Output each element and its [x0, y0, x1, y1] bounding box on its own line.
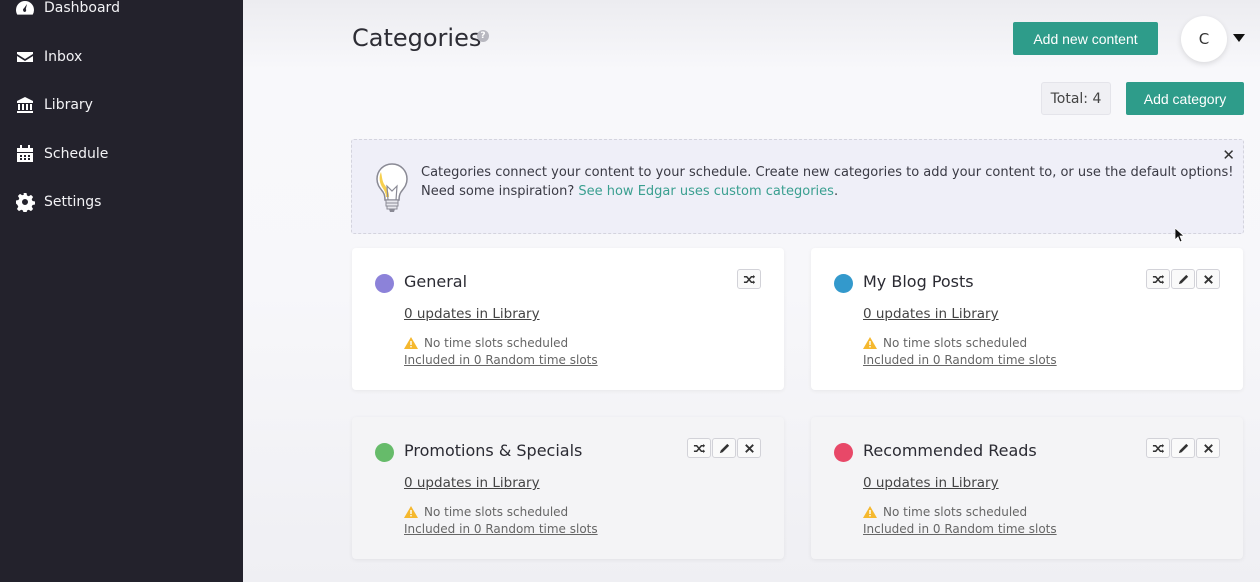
warning-icon [863, 337, 877, 349]
category-card: Promotions & Specials 0 updates in Libra… [352, 417, 784, 559]
schedule-warning: No time slots scheduled [863, 505, 1027, 519]
random-time-slots-link[interactable]: Included in 0 Random time slots [863, 522, 1057, 536]
envelope-icon [15, 47, 35, 67]
gear-icon [15, 192, 35, 212]
main-content: Categories ? Add new content C Total: 4 … [243, 0, 1260, 582]
caret-down-icon[interactable] [1233, 34, 1245, 42]
edit-button[interactable] [712, 438, 736, 458]
calendar-icon [15, 144, 35, 164]
sidebar-item-label: Dashboard [44, 0, 120, 16]
delete-button[interactable] [1196, 269, 1220, 289]
category-card: General 0 updates in Library No time slo… [352, 248, 784, 390]
shuffle-icon [693, 442, 706, 455]
edit-button[interactable] [1171, 438, 1195, 458]
help-icon[interactable]: ? [477, 30, 489, 42]
banner-text: Categories connect your content to your … [421, 163, 1233, 201]
shuffle-button[interactable] [1146, 438, 1170, 458]
shuffle-button[interactable] [737, 269, 761, 289]
shuffle-button[interactable] [1146, 269, 1170, 289]
page-title: Categories [352, 24, 482, 52]
banner-line-2-suffix: . [833, 184, 839, 199]
pencil-icon [1177, 273, 1190, 286]
close-icon[interactable]: ✕ [1222, 146, 1235, 164]
category-actions [686, 438, 761, 458]
warning-text: No time slots scheduled [883, 336, 1028, 350]
warning-text: No time slots scheduled [424, 505, 569, 519]
sidebar-item-dashboard[interactable]: Dashboard [15, 0, 120, 20]
warning-text: No time slots scheduled [424, 336, 569, 350]
updates-in-library-link[interactable]: 0 updates in Library [863, 306, 999, 322]
shuffle-button[interactable] [687, 438, 711, 458]
random-time-slots-link[interactable]: Included in 0 Random time slots [404, 522, 598, 536]
delete-button[interactable] [1196, 438, 1220, 458]
category-actions [736, 269, 761, 289]
edit-button[interactable] [1171, 269, 1195, 289]
category-card: Recommended Reads 0 updates in Library N… [811, 417, 1243, 559]
warning-icon [404, 506, 418, 518]
category-name: Promotions & Specials [404, 441, 583, 460]
warning-icon [863, 506, 877, 518]
category-actions [1145, 438, 1220, 458]
category-color-dot [834, 274, 853, 293]
sidebar-item-label: Schedule [44, 146, 109, 162]
updates-in-library-link[interactable]: 0 updates in Library [404, 306, 540, 322]
sidebar-item-settings[interactable]: Settings [15, 190, 101, 214]
sidebar-item-schedule[interactable]: Schedule [15, 142, 108, 166]
category-name: My Blog Posts [863, 272, 974, 291]
schedule-warning: No time slots scheduled [404, 336, 568, 350]
mouse-cursor-icon [1175, 228, 1185, 243]
category-actions [1145, 269, 1220, 289]
sidebar-item-label: Settings [44, 194, 102, 210]
category-name: Recommended Reads [863, 441, 1037, 460]
total-count-badge: Total: 4 [1041, 82, 1111, 115]
category-color-dot [375, 274, 394, 293]
avatar[interactable]: C [1181, 16, 1227, 62]
close-icon [1202, 442, 1215, 455]
banner-line-1: Categories connect your content to your … [421, 165, 1234, 180]
pencil-icon [718, 442, 731, 455]
warning-text: No time slots scheduled [883, 505, 1028, 519]
close-icon [1202, 273, 1215, 286]
close-icon [743, 442, 756, 455]
add-category-button[interactable]: Add category [1126, 82, 1244, 115]
info-banner: Categories connect your content to your … [351, 139, 1244, 234]
sidebar: Dashboard Inbox Library Schedule Setting… [0, 0, 243, 582]
banner-line-2: Need some inspiration? See how Edgar use… [421, 182, 1233, 201]
category-name: General [404, 272, 468, 291]
custom-categories-link[interactable]: See how Edgar uses custom categories [578, 184, 834, 199]
shuffle-icon [1152, 273, 1165, 286]
updates-in-library-link[interactable]: 0 updates in Library [863, 475, 999, 491]
banner-line-2-prefix: Need some inspiration? [421, 184, 579, 199]
schedule-warning: No time slots scheduled [404, 505, 568, 519]
random-time-slots-link[interactable]: Included in 0 Random time slots [863, 353, 1057, 367]
sidebar-item-library[interactable]: Library [15, 93, 93, 117]
dashboard-icon [15, 0, 35, 18]
schedule-warning: No time slots scheduled [863, 336, 1027, 350]
add-new-content-button[interactable]: Add new content [1013, 22, 1158, 55]
category-color-dot [834, 443, 853, 462]
library-icon [15, 95, 35, 115]
shuffle-icon [743, 273, 756, 286]
delete-button[interactable] [737, 438, 761, 458]
category-card: My Blog Posts 0 updates in Library No ti… [811, 248, 1243, 390]
pencil-icon [1177, 442, 1190, 455]
category-color-dot [375, 443, 394, 462]
lightbulb-icon [376, 163, 408, 212]
updates-in-library-link[interactable]: 0 updates in Library [404, 475, 540, 491]
warning-icon [404, 337, 418, 349]
sidebar-item-label: Inbox [44, 49, 83, 65]
sidebar-item-inbox[interactable]: Inbox [15, 45, 82, 69]
sidebar-item-label: Library [44, 97, 93, 113]
shuffle-icon [1152, 442, 1165, 455]
random-time-slots-link[interactable]: Included in 0 Random time slots [404, 353, 598, 367]
